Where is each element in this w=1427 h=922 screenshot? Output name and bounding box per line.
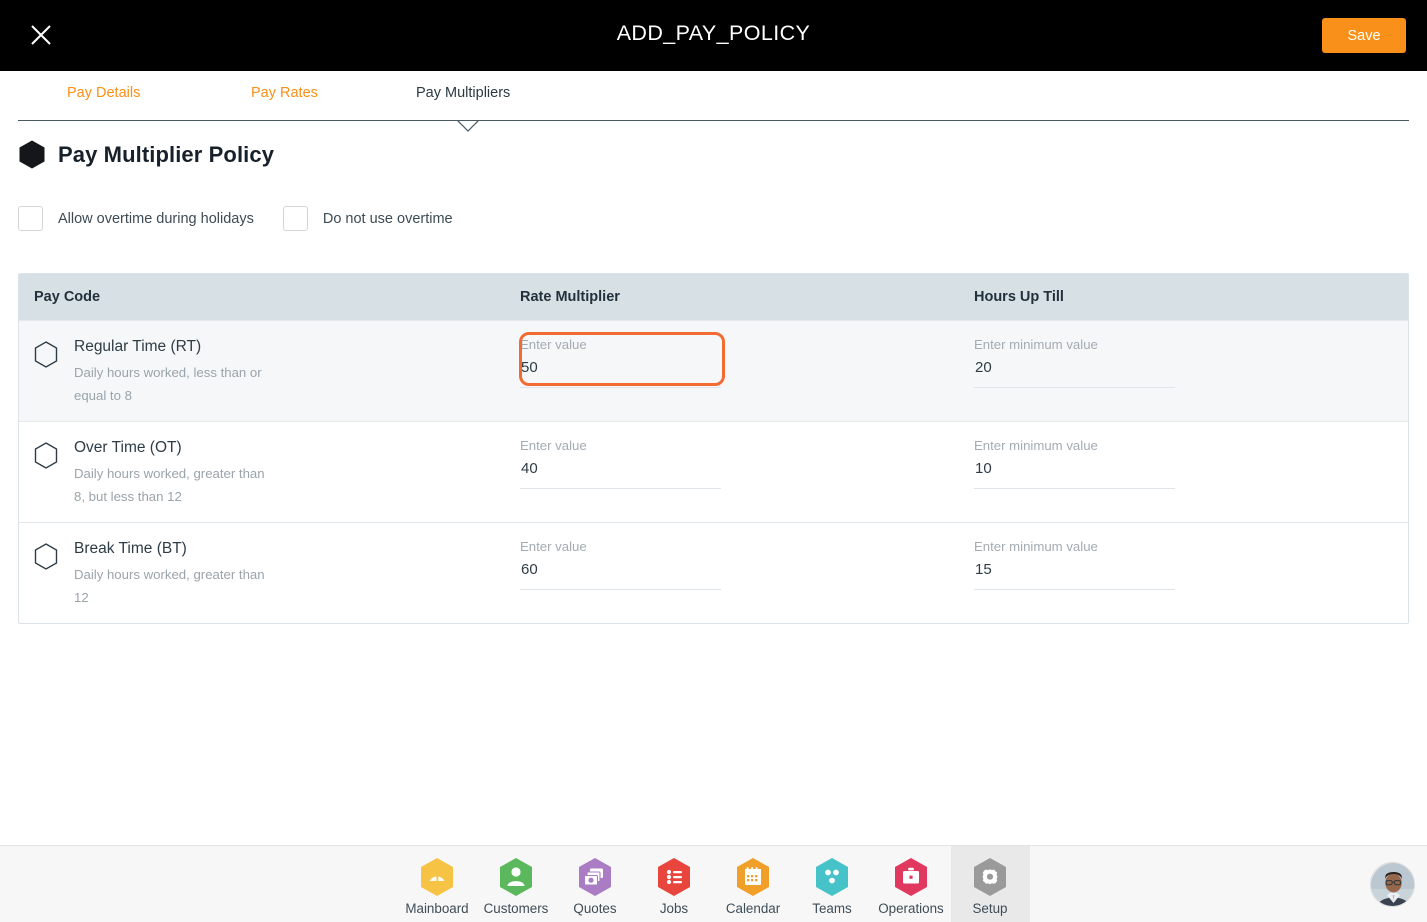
hours-up-till-input[interactable]	[974, 556, 1175, 590]
tab-bar: Pay Details Pay Rates Pay Multipliers	[0, 71, 1427, 132]
hexagon-outline-icon	[34, 438, 58, 522]
nav-label-teams: Teams	[812, 900, 852, 916]
hours-up-till-field: Enter minimum value	[974, 537, 1175, 590]
hexagon-icon	[19, 140, 45, 169]
rate-multiplier-label: Enter value	[520, 337, 587, 352]
setup-hex-icon	[971, 856, 1009, 898]
tab-divider	[18, 120, 1409, 121]
bottom-nav-bar: Mainboard Customers Quotes Jobs Calendar…	[0, 845, 1427, 922]
options-row: Allow overtime during holidays Do not us…	[18, 206, 453, 231]
cell-pay-code: Regular Time (RT) Daily hours worked, le…	[19, 321, 520, 421]
table-row: Over Time (OT) Daily hours worked, great…	[19, 421, 1408, 522]
pay-code-name: Break Time (BT)	[74, 540, 187, 557]
active-tab-caret-icon	[457, 120, 479, 132]
rate-multiplier-label: Enter value	[520, 438, 587, 453]
pay-code-description: Daily hours worked, greater than 8, but …	[74, 466, 265, 504]
checkbox-group-allow-overtime-holidays[interactable]: Allow overtime during holidays	[18, 206, 254, 231]
section-title: Pay Multiplier Policy	[58, 141, 275, 167]
cell-rate-multiplier: Enter value	[520, 422, 974, 522]
hours-up-till-input[interactable]	[974, 455, 1175, 489]
top-bar: ADD_PAY_POLICY Save	[0, 0, 1427, 71]
checkbox-group-do-not-use-overtime[interactable]: Do not use overtime	[282, 206, 453, 231]
pay-policy-screen: ADD_PAY_POLICY Save Pay Details Pay Rate…	[0, 0, 1427, 922]
save-button[interactable]: Save	[1322, 18, 1406, 53]
pay-code-description: Daily hours worked, greater than 12	[74, 567, 265, 605]
cell-rate-multiplier: Enter value	[520, 523, 974, 623]
rate-multiplier-field: Enter value	[520, 537, 721, 590]
column-header-hours-up-till: Hours Up Till	[974, 289, 1064, 305]
quotes-hex-icon	[576, 856, 614, 898]
nav-item-operations[interactable]: Operations	[872, 846, 951, 922]
rate-multiplier-field: Enter value	[520, 436, 721, 489]
nav-label-setup: Setup	[972, 900, 1008, 916]
mainboard-hex-icon	[418, 856, 456, 898]
rate-multiplier-input[interactable]	[520, 556, 721, 590]
hours-up-till-input[interactable]	[974, 354, 1175, 388]
table-row: Break Time (BT) Daily hours worked, grea…	[19, 522, 1408, 623]
nav-item-jobs[interactable]: Jobs	[635, 846, 714, 922]
pay-code-name: Regular Time (RT)	[74, 338, 202, 355]
hours-up-till-label: Enter minimum value	[974, 337, 1098, 352]
hours-up-till-field: Enter minimum value	[974, 335, 1175, 388]
column-header-pay-code: Pay Code	[34, 289, 101, 305]
teams-hex-icon	[813, 856, 851, 898]
page-title: ADD_PAY_POLICY	[616, 21, 811, 45]
cell-pay-code: Over Time (OT) Daily hours worked, great…	[19, 422, 520, 522]
calendar-hex-icon	[734, 856, 772, 898]
table-row: Regular Time (RT) Daily hours worked, le…	[19, 320, 1408, 421]
checkbox-label-do-not-use-overtime: Do not use overtime	[322, 210, 453, 227]
jobs-hex-icon	[655, 856, 693, 898]
cell-pay-code: Break Time (BT) Daily hours worked, grea…	[19, 523, 520, 623]
rate-multiplier-field: Enter value	[520, 335, 721, 388]
hours-up-till-field: Enter minimum value	[974, 436, 1175, 489]
checkbox-allow-overtime-holidays[interactable]	[18, 206, 43, 231]
tab-pay-details[interactable]: Pay Details	[67, 85, 140, 101]
rate-multiplier-label: Enter value	[520, 539, 587, 554]
hours-up-till-label: Enter minimum value	[974, 438, 1098, 453]
cell-hours-up-till: Enter minimum value	[974, 321, 1408, 421]
table-header-row: Pay Code Rate Multiplier Hours Up Till	[19, 274, 1408, 320]
cell-hours-up-till: Enter minimum value	[974, 422, 1408, 522]
hours-up-till-label: Enter minimum value	[974, 539, 1098, 554]
nav-label-operations: Operations	[878, 900, 944, 916]
pay-code-name: Over Time (OT)	[74, 439, 182, 456]
section-header: Pay Multiplier Policy	[19, 140, 274, 169]
nav-label-jobs: Jobs	[659, 900, 689, 916]
pay-code-description: Daily hours worked, less than or equal t…	[74, 365, 262, 403]
cell-rate-multiplier: Enter value	[520, 321, 974, 421]
checkbox-do-not-use-overtime[interactable]	[282, 206, 308, 231]
nav-label-customers: Customers	[483, 900, 549, 916]
nav-label-quotes: Quotes	[573, 900, 617, 916]
checkbox-label-allow-overtime-holidays: Allow overtime during holidays	[58, 210, 254, 227]
tab-pay-rates[interactable]: Pay Rates	[251, 85, 318, 101]
bottom-nav-items: Mainboard Customers Quotes Jobs Calendar…	[0, 846, 1427, 922]
rate-multiplier-input[interactable]	[520, 354, 721, 388]
nav-item-quotes[interactable]: Quotes	[556, 846, 635, 922]
column-header-rate-multiplier: Rate Multiplier	[520, 289, 620, 305]
avatar[interactable]	[1370, 862, 1415, 907]
nav-item-calendar[interactable]: Calendar	[714, 846, 793, 922]
tab-pay-multipliers[interactable]: Pay Multipliers	[416, 85, 510, 101]
nav-label-calendar: Calendar	[725, 900, 781, 916]
nav-item-mainboard[interactable]: Mainboard	[398, 846, 477, 922]
nav-item-customers[interactable]: Customers	[477, 846, 556, 922]
nav-label-mainboard: Mainboard	[405, 900, 469, 916]
customers-hex-icon	[497, 856, 535, 898]
nav-item-setup[interactable]: Setup	[950, 846, 1030, 922]
cell-hours-up-till: Enter minimum value	[974, 523, 1408, 623]
hexagon-outline-icon	[34, 337, 58, 421]
pay-multiplier-table: Pay Code Rate Multiplier Hours Up Till R…	[18, 273, 1409, 624]
operations-hex-icon	[892, 856, 930, 898]
hexagon-outline-icon	[34, 539, 58, 623]
rate-multiplier-input[interactable]	[520, 455, 721, 489]
nav-item-teams[interactable]: Teams	[793, 846, 872, 922]
